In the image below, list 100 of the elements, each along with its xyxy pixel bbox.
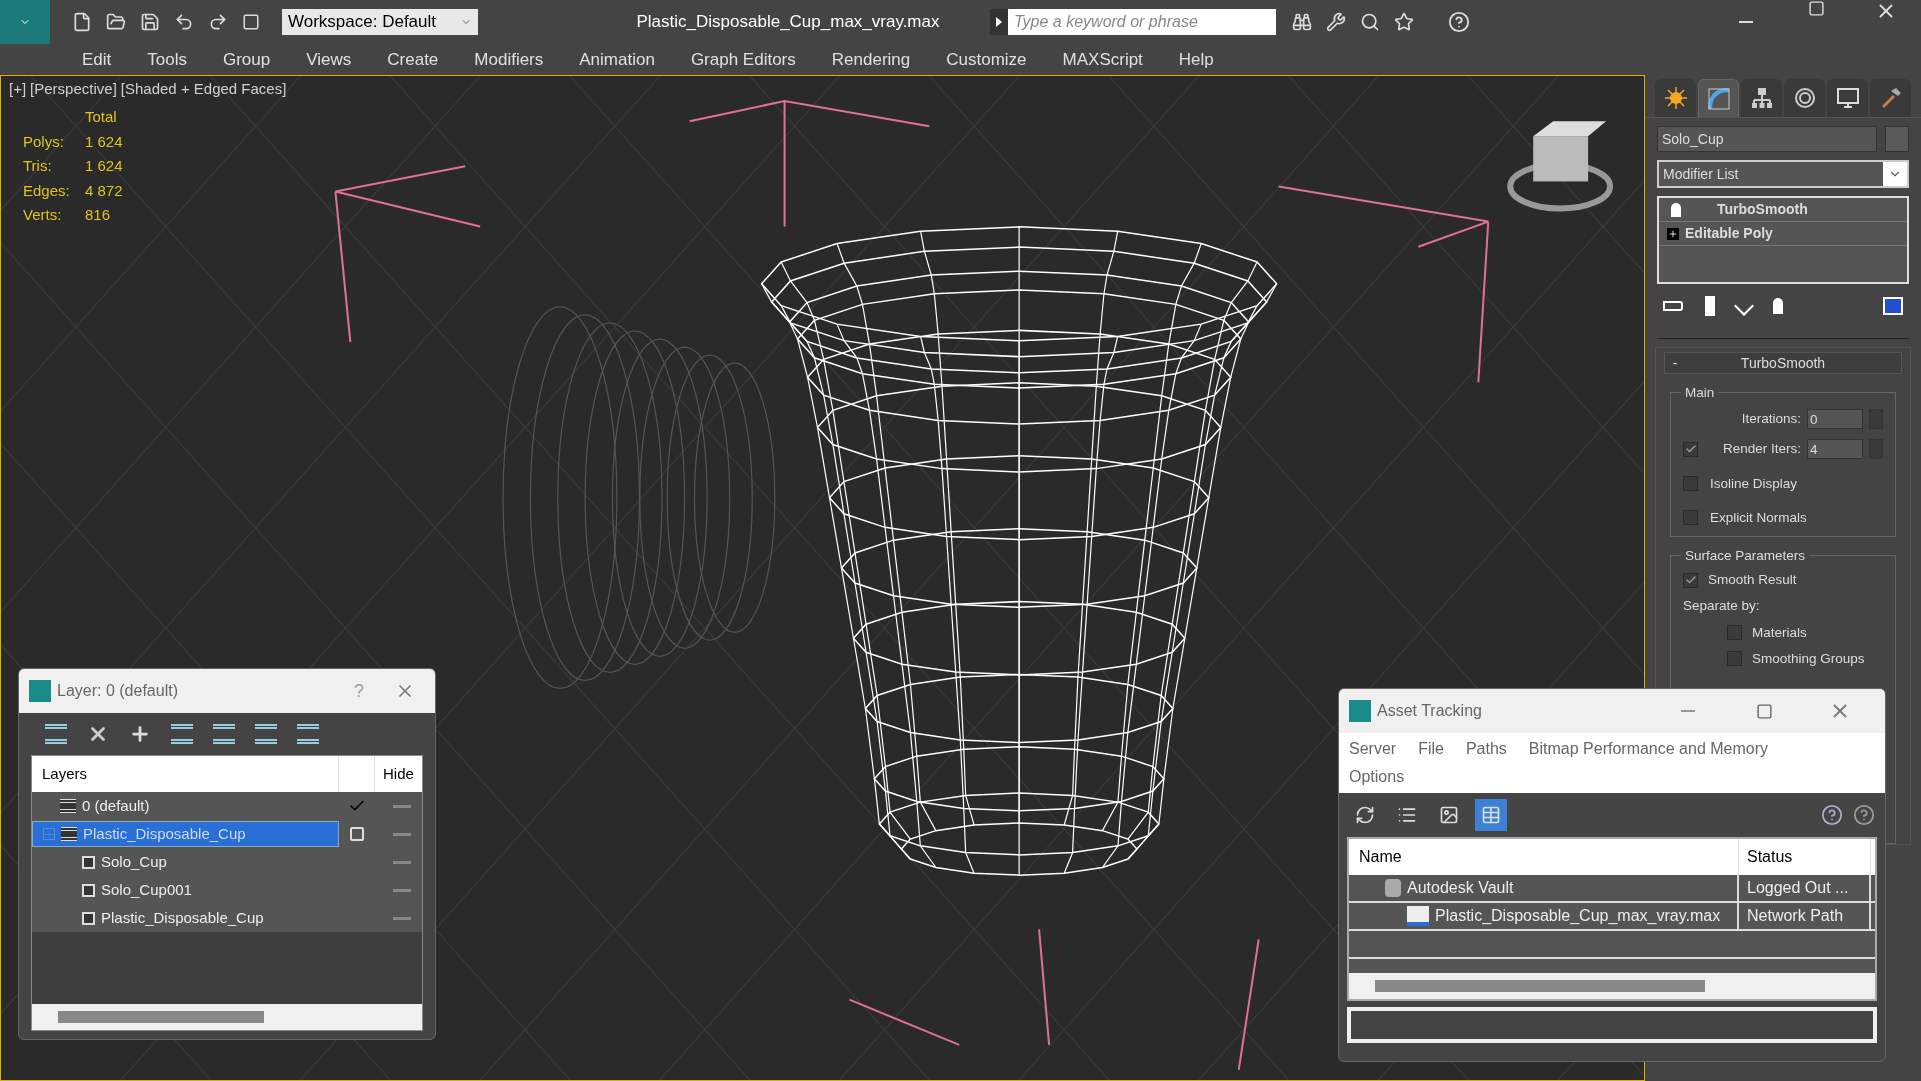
object-color-swatch[interactable] (1885, 126, 1909, 152)
column-header[interactable]: Hide (375, 762, 414, 786)
modifier-list-dropdown[interactable]: Modifier List (1657, 160, 1909, 188)
save-icon[interactable] (140, 12, 160, 32)
checkbox-label[interactable]: Materials (1752, 622, 1807, 643)
checkbox[interactable] (1683, 510, 1698, 526)
display-tab-icon (1835, 86, 1860, 110)
stat-label: Tris: (23, 156, 53, 176)
object-row[interactable]: Plastic_Disposable_Cup (32, 905, 339, 931)
asset-status: Network Path (1739, 903, 1871, 929)
hide-toggle-icon[interactable] (393, 832, 411, 836)
layer-row[interactable]: 0 (default) (32, 793, 339, 819)
stat-label: Verts: (23, 205, 63, 225)
menu-item[interactable]: Group (223, 46, 271, 73)
layer-row[interactable]: Plastic_Disposable_Cup (32, 821, 339, 847)
menu-item[interactable]: Edit (82, 46, 112, 73)
hide-toggle-icon[interactable] (393, 888, 411, 892)
layers-icon (60, 799, 76, 813)
layer-name: 0 (default) (82, 795, 150, 816)
panel-tab[interactable] (1655, 79, 1696, 117)
checkbox[interactable] (1727, 625, 1742, 641)
stat-value: 1 624 (85, 131, 123, 152)
horizontal-scrollbar[interactable] (32, 1004, 422, 1030)
app-logo-icon (1349, 700, 1371, 722)
hierarchy-tab-icon (1749, 86, 1774, 110)
checkbox[interactable] (1683, 476, 1698, 492)
help-icon[interactable] (1853, 804, 1875, 826)
max-file-icon (1407, 906, 1429, 926)
menu-item[interactable]: Create (387, 46, 439, 73)
hide-toggle-icon[interactable] (393, 860, 411, 864)
viewport-label[interactable]: [Perspective] (30, 78, 117, 101)
expand-icon[interactable] (1667, 227, 1679, 240)
menu-item[interactable]: Help (1178, 46, 1214, 73)
binoculars-icon[interactable] (1292, 12, 1312, 32)
star-icon[interactable] (1394, 12, 1414, 32)
maximize-icon (1807, 0, 1825, 17)
checkbox[interactable] (1683, 572, 1698, 588)
object-row[interactable]: Solo_Cup (32, 849, 339, 875)
iterations-field[interactable]: 0 (1807, 409, 1863, 430)
minimize-icon (1739, 21, 1753, 23)
stat-value: 816 (85, 205, 112, 225)
add-icon[interactable] (129, 723, 151, 745)
cube-icon (82, 883, 95, 897)
table-view-icon[interactable] (1475, 799, 1507, 831)
hide-toggle-icon[interactable] (393, 804, 411, 808)
undo-icon[interactable] (174, 12, 194, 32)
menu-item[interactable]: Options (1349, 765, 1405, 789)
panel-tab[interactable] (1784, 79, 1825, 117)
viewport-label[interactable]: [+] (9, 78, 27, 101)
app-logo-icon (29, 680, 51, 702)
new-file-icon[interactable] (72, 12, 92, 32)
object-name-field[interactable]: Solo_Cup (1657, 126, 1877, 152)
stats-header: Total (85, 107, 118, 127)
separate-by-label: Separate by: (1683, 597, 1761, 616)
render-iters-field[interactable]: 4 (1807, 439, 1863, 460)
panel-tab[interactable] (1827, 79, 1868, 117)
menu-item[interactable]: File (1418, 737, 1444, 761)
stat-value: 4 872 (85, 180, 123, 201)
menu-item[interactable]: Animation (579, 46, 655, 73)
stat-value: 1 624 (85, 156, 123, 176)
checkbox-label[interactable]: Smooth Result (1708, 570, 1797, 591)
help-icon[interactable] (1821, 804, 1843, 826)
menu-item[interactable]: Customize (946, 46, 1027, 73)
viewport-label[interactable]: [Shaded + Edged Faces] (120, 78, 287, 101)
panel-tab[interactable] (1870, 79, 1911, 117)
redo-icon[interactable] (208, 12, 228, 32)
menu-item[interactable]: Tools (147, 46, 187, 73)
wrench-icon[interactable] (1326, 12, 1346, 32)
open-folder-icon[interactable] (106, 12, 126, 32)
panel-tab[interactable] (1741, 79, 1782, 117)
hide-toggle-icon[interactable] (393, 916, 411, 920)
menu-item[interactable]: Views (306, 46, 352, 73)
checkbox[interactable] (1683, 441, 1698, 457)
view-cube-icon[interactable] (1507, 121, 1614, 212)
dialog-title: Layer: 0 (default) (57, 681, 179, 701)
asset-name[interactable]: Autodesk Vault (1407, 876, 1514, 900)
checkbox-label[interactable]: Smoothing Groups (1752, 648, 1865, 669)
object-name: Solo_Cup001 (101, 879, 192, 900)
workspace-dropdown[interactable]: Workspace: Default (282, 9, 478, 35)
object-name: Plastic_Disposable_Cup (101, 907, 264, 928)
search-icon[interactable] (1360, 12, 1380, 32)
title-text: Plastic_Disposable_Cup_max_vray.max (635, 11, 941, 34)
menu-item[interactable]: MAXScript (1062, 46, 1143, 73)
activate-layer-icon[interactable] (350, 827, 364, 841)
dialog-title: Asset Tracking (1377, 701, 1483, 721)
menu-item[interactable]: Server (1349, 737, 1397, 761)
rollout-header[interactable]: - TurboSmooth (1664, 352, 1902, 374)
checkbox-label[interactable]: Explicit Normals (1710, 507, 1807, 528)
menu-item[interactable]: Modifiers (474, 46, 544, 73)
object-row[interactable]: Solo_Cup001 (32, 877, 339, 903)
menu-item[interactable]: Rendering (831, 46, 911, 73)
menu-item[interactable]: Paths (1465, 737, 1507, 761)
menu-item[interactable]: Graph Editors (690, 46, 796, 73)
asset-status: Logged Out ... (1739, 875, 1871, 901)
search-field[interactable]: Type a keyword or phrase (1008, 9, 1276, 35)
play-icon[interactable] (990, 9, 1008, 35)
horizontal-scrollbar[interactable] (1349, 973, 1875, 999)
layers-icon (61, 827, 77, 841)
checkbox-label[interactable]: Isoline Display (1710, 473, 1798, 494)
checkbox[interactable] (1727, 651, 1742, 667)
